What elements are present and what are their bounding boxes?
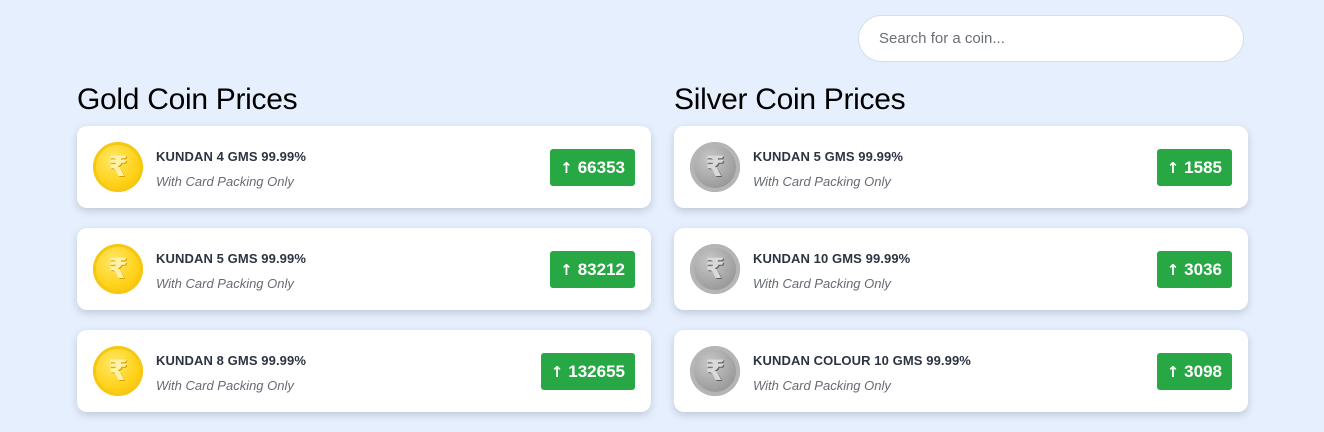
- coin-note: With Card Packing Only: [156, 378, 294, 393]
- coin-note: With Card Packing Only: [156, 174, 294, 189]
- coin-note: With Card Packing Only: [753, 174, 891, 189]
- price-value: 3098: [1184, 361, 1222, 381]
- silver-coin-icon: ₹: [690, 346, 740, 396]
- gold-coin-icon: ₹: [93, 346, 143, 396]
- price-badge: ↑ 3036: [1156, 251, 1232, 288]
- price-badge: ↑ 83212: [550, 251, 635, 288]
- coin-name: KUNDAN COLOUR 10 GMS 99.99%: [753, 353, 971, 368]
- silver-coin-icon: ₹: [690, 142, 740, 192]
- silver-prices-section: Silver Coin Prices ₹ KUNDAN 5 GMS 99.99%…: [674, 80, 1248, 432]
- arrow-up-icon: ↑: [1166, 158, 1180, 177]
- price-badge: ↑ 132655: [540, 353, 635, 390]
- search-input[interactable]: [858, 15, 1244, 62]
- price-value: 83212: [577, 259, 625, 279]
- list-item[interactable]: ₹ KUNDAN COLOUR 10 GMS 99.99% With Card …: [674, 330, 1248, 412]
- arrow-up-icon: ↑: [1166, 362, 1180, 381]
- list-item[interactable]: ₹ KUNDAN 8 GMS 99.99% With Card Packing …: [77, 330, 651, 412]
- silver-coin-icon: ₹: [690, 244, 740, 294]
- coin-note: With Card Packing Only: [753, 378, 891, 393]
- list-item[interactable]: ₹ KUNDAN 5 GMS 99.99% With Card Packing …: [77, 228, 651, 310]
- coin-name: KUNDAN 5 GMS 99.99%: [753, 149, 903, 164]
- coin-name: KUNDAN 10 GMS 99.99%: [753, 251, 911, 266]
- price-badge: ↑ 3098: [1156, 353, 1232, 390]
- price-badge: ↑ 66353: [550, 149, 635, 186]
- arrow-up-icon: ↑: [560, 158, 573, 177]
- arrow-up-icon: ↑: [560, 260, 573, 279]
- coin-name: KUNDAN 4 GMS 99.99%: [156, 149, 306, 164]
- silver-section-title: Silver Coin Prices: [674, 83, 906, 116]
- gold-coin-icon: ₹: [93, 244, 143, 294]
- arrow-up-icon: ↑: [1166, 260, 1180, 279]
- gold-prices-section: Gold Coin Prices ₹ KUNDAN 4 GMS 99.99% W…: [77, 80, 651, 432]
- price-value: 66353: [577, 157, 625, 177]
- coin-note: With Card Packing Only: [753, 276, 891, 291]
- list-item[interactable]: ₹ KUNDAN 10 GMS 99.99% With Card Packing…: [674, 228, 1248, 310]
- coin-note: With Card Packing Only: [156, 276, 294, 291]
- gold-coin-icon: ₹: [93, 142, 143, 192]
- gold-section-title: Gold Coin Prices: [77, 83, 298, 116]
- list-item[interactable]: ₹ KUNDAN 5 GMS 99.99% With Card Packing …: [674, 126, 1248, 208]
- price-value: 1585: [1184, 157, 1222, 177]
- arrow-up-icon: ↑: [550, 362, 564, 381]
- coin-name: KUNDAN 8 GMS 99.99%: [156, 353, 306, 368]
- coin-name: KUNDAN 5 GMS 99.99%: [156, 251, 306, 266]
- price-value: 3036: [1184, 259, 1222, 279]
- list-item[interactable]: ₹ KUNDAN 4 GMS 99.99% With Card Packing …: [77, 126, 651, 208]
- price-value: 132655: [568, 361, 625, 381]
- price-badge: ↑ 1585: [1156, 149, 1232, 186]
